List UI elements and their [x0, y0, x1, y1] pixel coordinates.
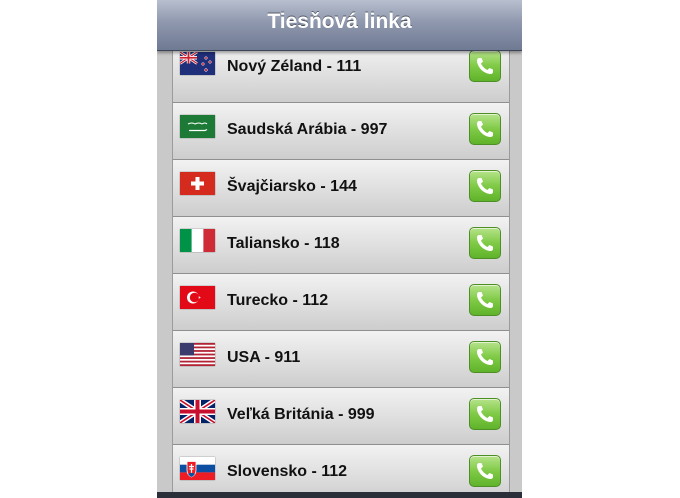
list-item-slovakia[interactable]: Slovensko - 112 [173, 445, 509, 498]
call-button[interactable] [469, 50, 501, 82]
list-item-label: Taliansko - 118 [227, 235, 340, 252]
list-item-label: Slovensko - 112 [227, 463, 348, 480]
bottom-toolbar [157, 492, 522, 498]
call-button[interactable] [469, 398, 501, 430]
list-item-italy[interactable]: Taliansko - 118 [173, 217, 509, 274]
italy-flag-icon [180, 229, 215, 252]
list-item-label: Turecko - 112 [227, 292, 329, 309]
phone-icon [477, 178, 493, 194]
emergency-number-list[interactable]: Nový Zéland - 111 Saudská Arábia - 997 Š… [172, 46, 510, 498]
call-button[interactable] [469, 227, 501, 259]
list-item-switzerland[interactable]: Švajčiarsko - 144 [173, 160, 509, 217]
phone-icon [477, 58, 493, 74]
list-item-label: USA - 911 [227, 349, 301, 366]
phone-icon [477, 292, 493, 308]
call-button[interactable] [469, 455, 501, 487]
phone-icon [477, 463, 493, 479]
call-button[interactable] [469, 113, 501, 145]
phone-icon [477, 235, 493, 251]
phone-icon [477, 406, 493, 422]
list-item-turkey[interactable]: Turecko - 112 [173, 274, 509, 331]
new-zealand-flag-icon [180, 52, 215, 75]
list-item-label: Nový Zéland - 111 [227, 58, 362, 75]
page-title: Tiesňová linka [267, 10, 412, 33]
slovakia-flag-icon [180, 457, 215, 480]
list-item-usa[interactable]: USA - 911 [173, 331, 509, 388]
call-button[interactable] [469, 284, 501, 316]
saudi-arabia-flag-icon [180, 115, 215, 138]
phone-screen: Tiesňová linka Nový Zéland - 111 Saudská… [157, 0, 522, 498]
united-kingdom-flag-icon [180, 400, 215, 423]
turkey-flag-icon [180, 286, 215, 309]
list-item-united-kingdom[interactable]: Veľká Británia - 999 [173, 388, 509, 445]
list-item-new-zealand[interactable]: Nový Zéland - 111 [173, 46, 509, 103]
list-item-label: Veľká Británia - 999 [227, 406, 375, 423]
list-item-label: Švajčiarsko - 144 [227, 178, 357, 195]
call-button[interactable] [469, 170, 501, 202]
call-button[interactable] [469, 341, 501, 373]
phone-icon [477, 121, 493, 137]
switzerland-flag-icon [180, 172, 215, 195]
list-item-label: Saudská Arábia - 997 [227, 121, 388, 138]
navigation-bar: Tiesňová linka [157, 0, 522, 51]
usa-flag-icon [180, 343, 215, 366]
list-item-saudi-arabia[interactable]: Saudská Arábia - 997 [173, 103, 509, 160]
phone-icon [477, 349, 493, 365]
